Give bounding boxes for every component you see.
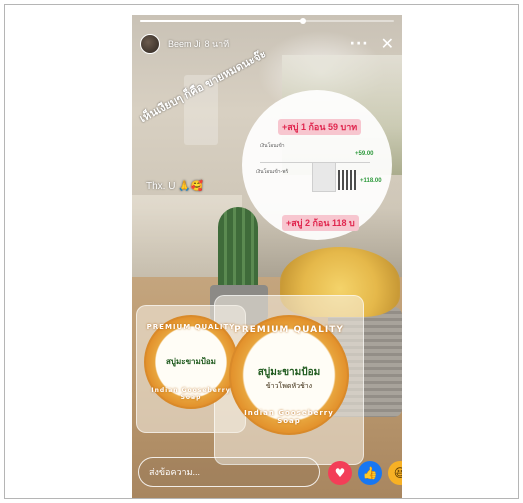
heart-icon[interactable]: ♥ [328, 461, 352, 485]
label-ring-top: PREMIUM QUALITY [234, 325, 344, 335]
soap-label-left: PREMIUM QUALITY สบู่มะขามป้อม Indian Goo… [144, 315, 238, 409]
transfer-slip-thumbnail [312, 162, 336, 192]
thanks-text: Thx. U 🙏🥰 [146, 181, 204, 192]
label-product-sub: ข้าวโพดหัวช้าง [265, 382, 313, 390]
qr-code-icon [338, 170, 356, 190]
story-viewer[interactable]: PREMIUM QUALITY สบู่มะขามป้อม Indian Goo… [132, 15, 402, 498]
transfer-row-1-amount: +59.00 [355, 151, 374, 157]
avatar[interactable] [140, 34, 160, 54]
story-progress-bar [140, 18, 394, 24]
transfer-row-1-label: เงินโอนเข้า [260, 143, 285, 149]
reply-message-input[interactable]: ส่งข้อความ... [138, 457, 320, 487]
label-product-name: สบู่มะขามป้อม [166, 357, 216, 366]
label-ring-bottom: Indian Gooseberry Soap [151, 387, 231, 401]
post-time: 8 นาที [204, 39, 230, 49]
story-header: Beem Ji 8 นาที ··· ✕ [140, 33, 394, 55]
cactus-plant [218, 207, 258, 293]
label-product-name: สบู่มะขามป้อม [257, 367, 321, 378]
user-name[interactable]: Beem Ji [168, 39, 201, 49]
transfer-row-2-amount: +118.00 [360, 178, 382, 184]
sticker-two-bars: +สบู่ 2 ก้อน 118 บ [282, 215, 359, 231]
thumbs-up-icon[interactable]: 👍 [358, 461, 382, 485]
story-progress-fill [140, 20, 303, 22]
sticker-one-bar: +สบู่ 1 ก้อน 59 บาท [278, 119, 362, 135]
close-icon[interactable]: ✕ [381, 36, 394, 52]
soap-label-right: PREMIUM QUALITY สบู่มะขามป้อม ข้าวโพดหัว… [229, 315, 349, 435]
story-progress-knob [299, 18, 306, 24]
more-dots-icon[interactable]: ··· [350, 37, 369, 51]
label-ring-bottom: Indian Gooseberry Soap [244, 409, 334, 425]
label-ring-top: PREMIUM QUALITY [146, 323, 236, 331]
transfer-row-2-label: เงินโอนเข้า-พร้ [256, 169, 289, 175]
